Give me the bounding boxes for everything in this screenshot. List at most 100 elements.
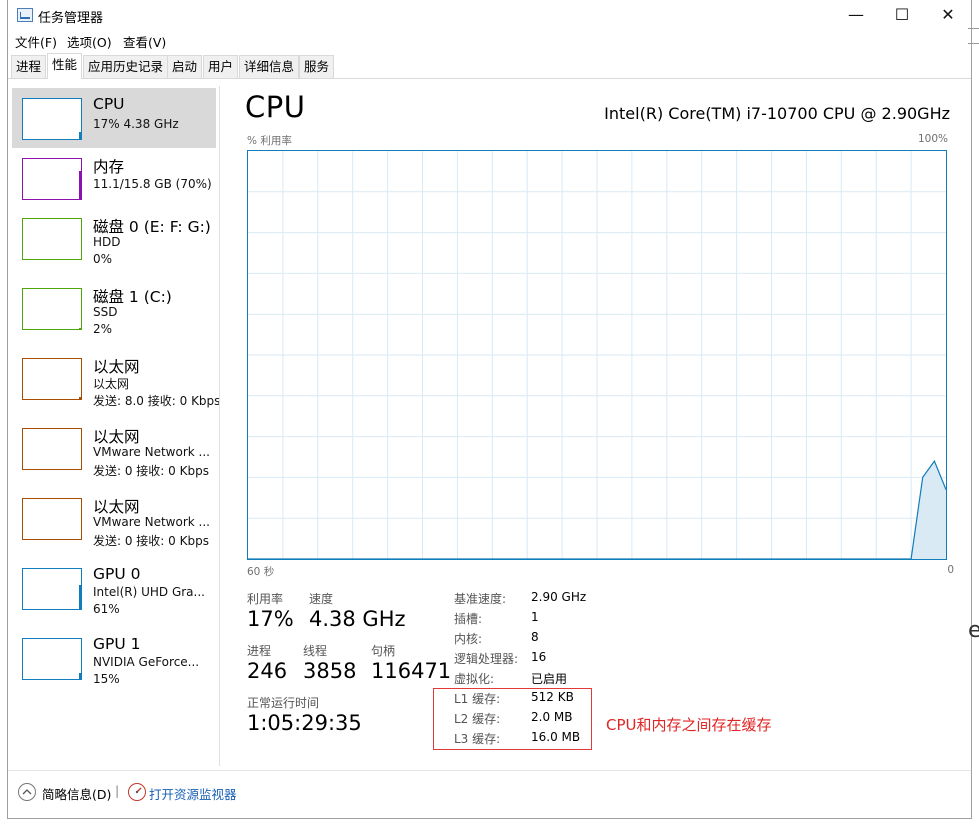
page-title: CPU	[245, 90, 306, 124]
sockets-value: 1	[531, 610, 539, 624]
sockets-label: 插槽:	[454, 612, 483, 626]
sidebar-item-detail: SSD	[93, 305, 118, 319]
sidebar-item-detail: VMware Network ...	[93, 515, 210, 529]
sidebar-item-detail-2: 发送: 0 接收: 0 Kbps	[93, 534, 209, 548]
tab-startup[interactable]: 启动	[167, 55, 203, 78]
open-resource-monitor-link[interactable]: 打开资源监视器	[149, 784, 237, 803]
maximize-button[interactable]: ☐	[879, 0, 925, 30]
sidebar-item-detail-2: 发送: 0 接收: 0 Kbps	[93, 464, 209, 478]
memory-thumbnail	[22, 158, 82, 200]
sidebar-item-detail: 17% 4.38 GHz	[93, 117, 179, 131]
tab-bar: 进程 性能 应用历史记录 启动 用户 详细信息 服务	[8, 53, 971, 79]
menu-view[interactable]: 查看(V)	[123, 32, 166, 51]
menu-file[interactable]: 文件(F)	[15, 32, 57, 51]
tab-processes[interactable]: 进程	[11, 55, 47, 78]
task-manager-app-icon	[17, 8, 33, 22]
handles-value: 116471	[371, 659, 452, 683]
cpu-model-name: Intel(R) Core(TM) i7-10700 CPU @ 2.90GHz	[604, 104, 950, 123]
sidebar-item-detail: HDD	[93, 235, 121, 249]
sidebar-item-detail-2: 2%	[93, 322, 113, 336]
processes-value: 246	[247, 659, 288, 683]
disk-1-thumbnail-fill	[79, 328, 81, 329]
tab-app-history[interactable]: 应用历史记录	[83, 55, 169, 78]
title-bar[interactable]: 任务管理器 — ☐ ✕	[8, 0, 971, 30]
virtualization-value: 已启用	[531, 672, 568, 686]
sidebar-item-cpu[interactable]: CPU 17% 4.38 GHz	[12, 88, 216, 148]
disk-0-thumbnail	[22, 218, 82, 260]
cpu-usage-chart	[248, 151, 946, 559]
tab-users[interactable]: 用户	[203, 55, 239, 78]
sidebar-item-detail-2: 0%	[93, 252, 113, 266]
speed-label: 速度	[309, 592, 334, 606]
resource-monitor-icon	[128, 783, 146, 801]
sidebar-item-detail: VMware Network ...	[93, 445, 210, 459]
graph-y-axis-label: % 利用率	[247, 135, 292, 147]
logical-processors-value: 16	[531, 650, 547, 664]
sidebar-item-disk-0[interactable]: 磁盘 0 (E: F: G:) HDD 0%	[12, 208, 216, 268]
utilization-label: 利用率	[247, 592, 284, 606]
sidebar-item-detail: 以太网	[93, 377, 130, 391]
menu-bar: 文件(F) 选项(O) 查看(V)	[8, 30, 971, 50]
sidebar-item-title: 磁盘 0 (E: F: G:)	[93, 218, 211, 236]
cache-annotation: CPU和内存之间存在缓存	[606, 716, 772, 734]
fewer-details-link[interactable]: 简略信息(D)	[42, 784, 111, 803]
sidebar-item-detail: NVIDIA GeForce...	[93, 655, 200, 669]
cpu-thumbnail-fill	[79, 132, 81, 139]
sidebar-item-disk-1[interactable]: 磁盘 1 (C:) SSD 2%	[12, 278, 216, 338]
speed-value: 4.38 GHz	[309, 607, 406, 631]
sidebar-item-detail-2: 发送: 8.0 接收: 0 Kbps	[93, 394, 221, 408]
gpu-0-thumbnail-fill	[79, 584, 81, 609]
sidebar-item-title: 磁盘 1 (C:)	[93, 288, 172, 306]
gpu-0-thumbnail	[22, 568, 82, 610]
graph-x-right-label: 0	[947, 564, 954, 576]
uptime-value: 1:05:29:35	[247, 711, 362, 735]
sidebar-item-ethernet-3[interactable]: 以太网 VMware Network ... 发送: 0 接收: 0 Kbps	[12, 488, 216, 548]
sidebar-item-title: 以太网	[93, 428, 140, 446]
sidebar-item-gpu-0[interactable]: GPU 0 Intel(R) UHD Gra... 61%	[12, 558, 216, 618]
sidebar-item-gpu-1[interactable]: GPU 1 NVIDIA GeForce... 15%	[12, 628, 216, 688]
cpu-thumbnail	[22, 98, 82, 140]
threads-value: 3858	[303, 659, 357, 683]
graph-x-left-label: 60 秒	[247, 566, 275, 578]
sidebar-item-detail: 11.1/15.8 GB (70%)	[93, 177, 212, 191]
close-button[interactable]: ✕	[925, 0, 971, 30]
window-title: 任务管理器	[38, 11, 104, 26]
logical-processors-label: 逻辑处理器:	[454, 652, 519, 666]
processes-label: 进程	[247, 644, 272, 658]
sidebar-item-title: 内存	[93, 158, 125, 176]
cpu-detail-panel: CPU Intel(R) Core(TM) i7-10700 CPU @ 2.9…	[245, 86, 958, 766]
uptime-label: 正常运行时间	[247, 696, 320, 710]
sidebar-item-ethernet-1[interactable]: 以太网 以太网 发送: 8.0 接收: 0 Kbps	[12, 348, 220, 408]
sidebar-item-ethernet-2[interactable]: 以太网 VMware Network ... 发送: 0 接收: 0 Kbps	[12, 418, 216, 478]
gpu-1-thumbnail-fill	[79, 673, 81, 679]
sidebar-item-title: GPU 1	[93, 635, 141, 653]
sidebar-item-memory[interactable]: 内存 11.1/15.8 GB (70%)	[12, 148, 216, 208]
gpu-1-thumbnail	[22, 638, 82, 680]
footer-divider: |	[115, 783, 120, 798]
sidebar-item-title: CPU	[93, 95, 125, 113]
ethernet-3-thumbnail	[22, 498, 82, 540]
ethernet-2-thumbnail	[22, 428, 82, 470]
fewer-details-chevron-icon[interactable]	[18, 783, 36, 801]
sidebar-divider[interactable]	[219, 86, 220, 766]
tab-performance[interactable]: 性能	[47, 53, 83, 79]
cpu-usage-graph	[247, 150, 947, 560]
ethernet-1-thumbnail-fill	[79, 397, 81, 399]
utilization-value: 17%	[247, 607, 294, 631]
edge-mark	[968, 28, 979, 44]
graph-grid	[248, 151, 946, 559]
footer-separator	[8, 770, 971, 771]
cores-value: 8	[531, 630, 539, 644]
base-speed-value: 2.90 GHz	[531, 590, 587, 604]
tab-details[interactable]: 详细信息	[239, 55, 300, 78]
sidebar-item-title: GPU 0	[93, 565, 141, 583]
menu-options[interactable]: 选项(O)	[67, 32, 112, 51]
tab-services[interactable]: 服务	[299, 55, 335, 78]
handles-label: 句柄	[371, 644, 396, 658]
sidebar-item-detail-2: 61%	[93, 602, 120, 616]
memory-thumbnail-fill	[79, 171, 81, 199]
minimize-button[interactable]: —	[833, 0, 879, 30]
threads-label: 线程	[303, 644, 328, 658]
graph-y-max-label: 100%	[917, 133, 948, 145]
performance-sidebar: CPU 17% 4.38 GHz 内存 11.1/15.8 GB (70%) 磁…	[8, 86, 220, 766]
